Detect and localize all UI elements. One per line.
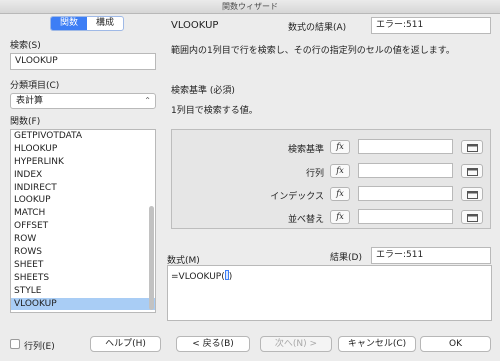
argument-input[interactable] <box>358 139 453 154</box>
list-item[interactable]: HLOOKUP <box>11 143 155 156</box>
shrink-button[interactable] <box>461 187 483 201</box>
search-label: 検索(S) <box>10 41 41 51</box>
category-label: 分類項目(C) <box>10 81 60 91</box>
fx-button[interactable]: fx <box>330 210 350 224</box>
list-item[interactable]: SHEET <box>11 259 155 272</box>
list-item[interactable]: OFFSET <box>11 220 155 233</box>
function-name: VLOOKUP <box>171 20 219 31</box>
help-button[interactable]: ヘルプ(H) <box>90 336 161 352</box>
list-item-selected[interactable]: VLOOKUP <box>11 297 155 311</box>
list-item[interactable]: INDIRECT <box>11 182 155 195</box>
function-description: 範囲内の1列目で行を検索し、その行の指定列のセルの値を返します。 <box>171 46 455 56</box>
result-label: 数式の結果(A) <box>288 23 347 33</box>
formula-result-value: エラー:511 <box>371 247 491 264</box>
ok-button[interactable]: OK <box>420 336 491 352</box>
scrollbar-thumb[interactable] <box>149 206 154 310</box>
shrink-button[interactable] <box>461 210 483 224</box>
arguments-panel: 検索基準 fx 行列 fx インデックス fx 並べ替え fx <box>171 129 491 229</box>
list-item[interactable]: INDEX <box>11 169 155 182</box>
formula-close-paren: ) <box>228 272 233 282</box>
fx-button[interactable]: fx <box>330 187 350 201</box>
parameter-description: 1列目で検索する値。 <box>171 106 258 116</box>
category-select[interactable]: 表計算 ⌃ <box>10 93 156 109</box>
list-item[interactable]: ROW <box>11 233 155 246</box>
array-checkbox-label: 行列(E) <box>24 342 55 352</box>
window-title: 関数ウィザード <box>0 0 500 14</box>
parameter-title: 検索基準 (必須) <box>171 86 235 96</box>
argument-input[interactable] <box>358 209 453 224</box>
formula-result-label: 結果(D) <box>330 253 362 263</box>
tab-bar: 関数 構成 <box>50 16 125 31</box>
result-value: エラー:511 <box>371 17 491 34</box>
shrink-icon <box>467 168 478 176</box>
back-button[interactable]: < 戻る(B) <box>176 336 250 352</box>
fx-button[interactable]: fx <box>330 140 350 154</box>
list-item[interactable]: MATCH <box>11 207 155 220</box>
array-checkbox[interactable] <box>10 339 20 349</box>
argument-label: インデックス <box>270 192 324 202</box>
formula-text: =VLOOKUP( <box>171 272 225 282</box>
function-list[interactable]: GETPIVOTDATA HLOOKUP HYPERLINK INDEX IND… <box>10 129 156 313</box>
search-input[interactable]: VLOOKUP <box>10 53 156 70</box>
shrink-icon <box>467 144 478 152</box>
shrink-icon <box>467 191 478 199</box>
list-item[interactable]: SHEETS <box>11 272 155 285</box>
argument-label: 行列 <box>305 169 324 179</box>
list-item[interactable]: LOOKUP <box>11 194 155 207</box>
list-item[interactable]: ROWS <box>11 246 155 259</box>
shrink-button[interactable] <box>461 140 483 154</box>
shrink-icon <box>467 214 478 222</box>
tab-structure[interactable]: 構成 <box>87 17 123 30</box>
list-item[interactable]: GETPIVOTDATA <box>11 130 155 143</box>
scrollbar[interactable] <box>148 132 154 310</box>
updown-chevron-icon: ⌃ <box>144 96 151 105</box>
function-list-label: 関数(F) <box>10 117 41 127</box>
next-button[interactable]: 次へ(N) > <box>260 336 332 352</box>
category-value: 表計算 <box>16 96 44 106</box>
formula-editor[interactable]: =VLOOKUP() <box>167 265 492 321</box>
fx-button[interactable]: fx <box>330 164 350 178</box>
argument-label: 並べ替え <box>287 215 324 225</box>
cancel-button[interactable]: キャンセル(C) <box>338 336 416 352</box>
argument-input[interactable] <box>358 186 453 201</box>
argument-input[interactable] <box>358 163 453 178</box>
shrink-button[interactable] <box>461 164 483 178</box>
argument-label: 検索基準 <box>287 145 324 155</box>
list-item[interactable]: HYPERLINK <box>11 156 155 169</box>
list-item[interactable]: STYLE <box>11 285 155 298</box>
tab-functions[interactable]: 関数 <box>51 17 88 30</box>
